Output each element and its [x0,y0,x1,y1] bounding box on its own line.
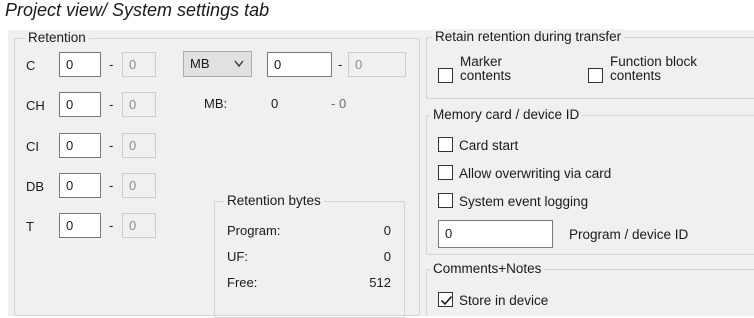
row-label-db: DB [26,179,45,194]
db-from-input[interactable]: 0 [59,173,101,198]
t-to-input: 0 [122,213,156,238]
ci-to-input: 0 [122,133,156,158]
store-in-device-checkbox[interactable] [438,292,453,307]
marker-contents-label-line1: Marker [460,54,503,69]
c-from-input[interactable]: 0 [59,52,101,77]
uf-label: UF: [227,249,248,264]
store-in-device-label: Store in device [459,293,549,308]
retention-title: Retention [25,30,89,46]
row-label-t: T [26,219,34,234]
mb-summary-label: MB: [204,96,228,111]
card-start-checkbox[interactable] [438,137,453,152]
device-id-input[interactable]: 0 [438,220,553,248]
c-to-input: 0 [122,52,156,77]
retention-group: Retention C 0 - 0 MB 0 - 0 CH 0 - 0 MB: … [14,30,420,318]
marker-to-input: 0 [348,52,406,77]
function-block-contents-checkbox[interactable] [588,68,603,83]
range-dash: - [109,97,114,112]
marker-from-input[interactable]: 0 [267,52,332,77]
comments-notes-group: Comments+Notes Store in device [426,261,754,316]
marker-contents-label-line2: contents [460,68,512,83]
marker-contents-checkbox[interactable] [438,68,453,83]
range-dash: - [109,218,114,233]
comments-notes-title: Comments+Notes [430,261,545,277]
transfer-group: Retain retention during transfer Marker … [426,29,754,99]
marker-type-value: MB [190,56,210,71]
card-start-label: Card start [459,138,519,153]
system-settings-panel: Retention C 0 - 0 MB 0 - 0 CH 0 - 0 MB: … [8,29,754,318]
row-label-ch: CH [26,98,45,113]
checkmark-icon [440,295,453,306]
allow-overwriting-label: Allow overwriting via card [459,166,612,181]
function-block-label-line2: contents [610,68,662,83]
retention-bytes-group: Retention bytes Program: 0 UF: 0 Free: 5… [214,193,405,318]
retention-bytes-title: Retention bytes [224,193,324,209]
function-block-label-line1: Function block [610,54,698,69]
device-id-label: Program / device ID [569,227,689,242]
range-dash: - [109,57,114,72]
program-value: 0 [383,223,391,238]
ci-from-input[interactable]: 0 [59,133,101,158]
row-label-c: C [26,58,36,73]
ch-to-input: 0 [122,92,156,117]
row-label-ci: CI [26,139,39,154]
free-value: 512 [369,275,391,290]
mb-summary-from: 0 [271,96,279,111]
transfer-title: Retain retention during transfer [432,29,625,45]
free-label: Free: [227,275,258,290]
marker-type-dropdown[interactable]: MB [183,51,252,77]
system-event-logging-checkbox[interactable] [438,193,453,208]
chevron-down-icon [233,52,245,85]
program-label: Program: [227,223,281,238]
memory-card-title: Memory card / device ID [430,107,583,123]
uf-value: 0 [383,249,391,264]
memory-card-group: Memory card / device ID Card start Allow… [426,107,754,255]
range-dash: - [338,57,343,72]
system-event-logging-label: System event logging [459,194,589,209]
function-block-contents-label: Function block contents [610,55,697,83]
range-dash: - [109,138,114,153]
allow-overwriting-checkbox[interactable] [438,165,453,180]
t-from-input[interactable]: 0 [59,213,101,238]
range-dash: - [109,178,114,193]
figure-caption: Project view/ System settings tab [5,0,270,20]
marker-contents-label: Marker contents [460,55,511,83]
ch-from-input[interactable]: 0 [59,92,101,117]
mb-summary-to: - 0 [331,96,347,111]
db-to-input: 0 [122,173,156,198]
